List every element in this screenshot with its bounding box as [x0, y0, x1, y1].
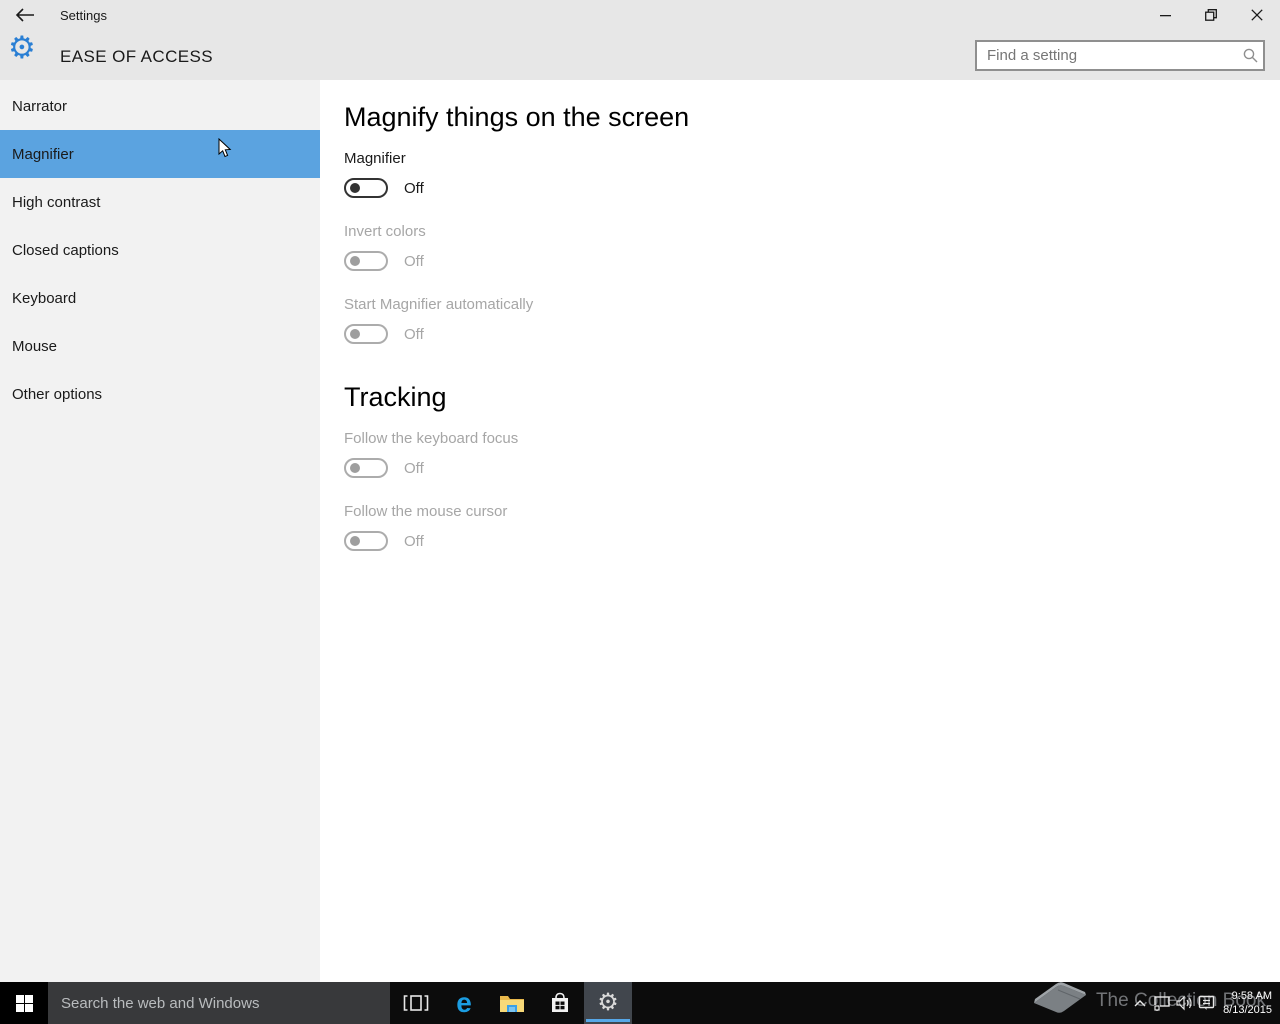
- magnifier-toggle[interactable]: [344, 178, 388, 198]
- toggle-state-label: Off: [404, 252, 424, 270]
- page-title: EASE OF ACCESS: [60, 47, 213, 66]
- setting-follow-keyboard-focus: Follow the keyboard focus Off: [344, 430, 1280, 478]
- follow-keyboard-focus-toggle: [344, 458, 388, 478]
- tray-volume-icon[interactable]: [1173, 982, 1195, 1024]
- sidebar-item-magnifier[interactable]: Magnifier: [0, 130, 320, 178]
- toggle-state-label: Off: [404, 325, 424, 343]
- header: ⚙ EASE OF ACCESS: [0, 30, 1280, 80]
- taskbar: e ⚙: [0, 982, 1280, 1024]
- search-icon[interactable]: [1237, 48, 1263, 63]
- section-heading-tracking: Tracking: [344, 382, 447, 412]
- taskbar-app-buttons: e ⚙: [392, 982, 632, 1024]
- toggle-state-label: Off: [404, 179, 424, 197]
- back-arrow-icon: [15, 8, 34, 22]
- back-button[interactable]: [10, 2, 40, 28]
- setting-label: Follow the keyboard focus: [344, 430, 519, 447]
- setting-label: Invert colors: [344, 223, 426, 240]
- tray-network-icon[interactable]: [1151, 982, 1173, 1024]
- start-button[interactable]: [0, 982, 48, 1024]
- setting-label: Magnifier: [344, 150, 406, 167]
- sidebar-item-narrator[interactable]: Narrator: [0, 82, 320, 130]
- app-body: Narrator Magnifier High contrast Closed …: [0, 80, 1280, 982]
- titlebar: Settings: [0, 0, 1280, 30]
- settings-window: Settings ⚙ EASE OF ACCESS Find a setting…: [0, 0, 1280, 1024]
- restore-button[interactable]: [1188, 0, 1234, 30]
- file-explorer-button[interactable]: [488, 982, 536, 1024]
- close-icon: [1251, 9, 1263, 21]
- setting-invert-colors: Invert colors Off: [344, 223, 1280, 271]
- caption-buttons: [1142, 0, 1280, 30]
- setting-start-magnifier-automatically: Start Magnifier automatically Off: [344, 296, 1280, 344]
- sidebar-item-other-options[interactable]: Other options: [0, 370, 320, 418]
- watermark-book-icon: [1028, 979, 1090, 1021]
- tray-chevron-up-icon[interactable]: [1129, 982, 1151, 1024]
- sidebar-item-mouse[interactable]: Mouse: [0, 322, 320, 370]
- sidebar-item-closed-captions[interactable]: Closed captions: [0, 226, 320, 274]
- toggle-state-label: Off: [404, 459, 424, 477]
- setting-follow-mouse-cursor: Follow the mouse cursor Off: [344, 503, 1280, 551]
- main-content: Magnify things on the screen Magnifier O…: [320, 80, 1280, 982]
- taskbar-search-box[interactable]: [48, 982, 390, 1024]
- follow-mouse-cursor-toggle: [344, 531, 388, 551]
- active-app-indicator: [586, 1019, 630, 1022]
- setting-label: Start Magnifier automatically: [344, 296, 534, 313]
- settings-search-input[interactable]: [977, 47, 1237, 64]
- store-button[interactable]: [536, 982, 584, 1024]
- clock-time: 9:58 AM: [1231, 990, 1272, 1002]
- edge-button[interactable]: e: [440, 982, 488, 1024]
- taskbar-clock[interactable]: 9:58 AM 8/13/2015: [1223, 989, 1272, 1017]
- close-button[interactable]: [1234, 0, 1280, 30]
- taskbar-search-input[interactable]: [48, 994, 390, 1012]
- restore-icon: [1205, 9, 1217, 21]
- settings-gear-icon: ⚙: [8, 30, 36, 65]
- minimize-icon: [1159, 14, 1171, 16]
- edge-icon: e: [456, 987, 472, 1018]
- window-title: Settings: [60, 8, 107, 23]
- settings-gear-taskbar-icon: ⚙: [597, 989, 619, 1016]
- clock-date: 8/13/2015: [1223, 1004, 1272, 1016]
- setting-magnifier: Magnifier Off: [344, 150, 1280, 198]
- settings-app-button[interactable]: ⚙: [584, 982, 632, 1024]
- store-icon: [552, 992, 568, 1012]
- tray-action-center-icon[interactable]: [1195, 982, 1217, 1024]
- minimize-button[interactable]: [1142, 0, 1188, 30]
- settings-search-box[interactable]: [975, 40, 1265, 71]
- system-tray: 9:58 AM 8/13/2015: [1129, 982, 1280, 1024]
- sidebar-item-keyboard[interactable]: Keyboard: [0, 274, 320, 322]
- setting-label: Follow the mouse cursor: [344, 503, 508, 520]
- sidebar-item-high-contrast[interactable]: High contrast: [0, 178, 320, 226]
- invert-colors-toggle: [344, 251, 388, 271]
- file-explorer-icon: [500, 995, 524, 1012]
- section-heading-magnify: Magnify things on the screen: [344, 102, 690, 132]
- toggle-state-label: Off: [404, 532, 424, 550]
- windows-logo-icon: [15, 994, 33, 1012]
- task-view-icon: [403, 995, 429, 1011]
- window-chrome: Settings ⚙ EASE OF ACCESS Find a setting: [0, 0, 1280, 80]
- start-magnifier-automatically-toggle: [344, 324, 388, 344]
- sidebar-nav: Narrator Magnifier High contrast Closed …: [0, 80, 320, 982]
- task-view-button[interactable]: [392, 982, 440, 1024]
